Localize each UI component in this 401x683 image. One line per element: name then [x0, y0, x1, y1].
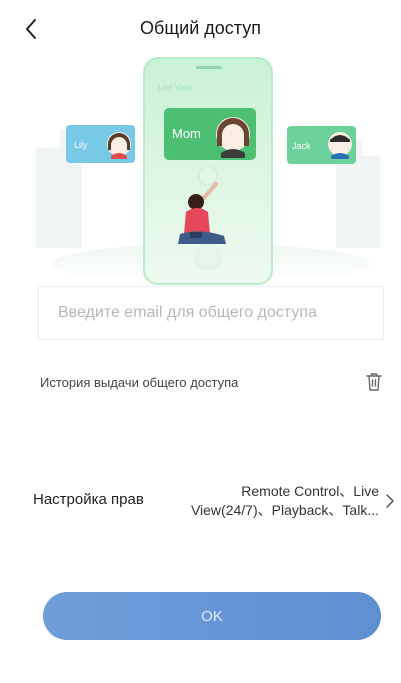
card-jack-label: Jack: [292, 141, 311, 151]
chevron-right-icon: [386, 494, 394, 508]
permissions-label: Настройка прав: [33, 491, 144, 508]
card-lily-label: Lily: [74, 140, 88, 150]
page-title: Общий доступ: [140, 18, 261, 38]
share-history-row: История выдачи общего доступа: [40, 370, 386, 394]
email-input[interactable]: [39, 287, 383, 339]
permissions-value-line2: View(24/7)、Playback、Talk...: [190, 502, 379, 518]
phone-label: Live View: [158, 83, 192, 92]
card-mom: Mom: [164, 108, 256, 160]
card-lily: Lily: [66, 125, 135, 163]
permissions-value-line1: Remote Control、Live: [241, 483, 379, 499]
sharing-illustration: Live View Lily Jack Mom: [30, 52, 380, 292]
trash-icon: [366, 373, 382, 391]
card-mom-label: Mom: [172, 126, 201, 141]
permissions-value: Remote Control、Live View(24/7)、Playback、…: [159, 482, 379, 520]
ok-button[interactable]: OK: [43, 592, 381, 640]
clear-history-button[interactable]: [362, 370, 386, 394]
share-history-label: История выдачи общего доступа: [40, 375, 239, 390]
card-jack: Jack: [287, 126, 356, 164]
permissions-row[interactable]: Настройка прав Remote Control、Live View(…: [33, 477, 395, 531]
email-field[interactable]: [38, 286, 384, 340]
header: Общий доступ: [0, 0, 401, 60]
